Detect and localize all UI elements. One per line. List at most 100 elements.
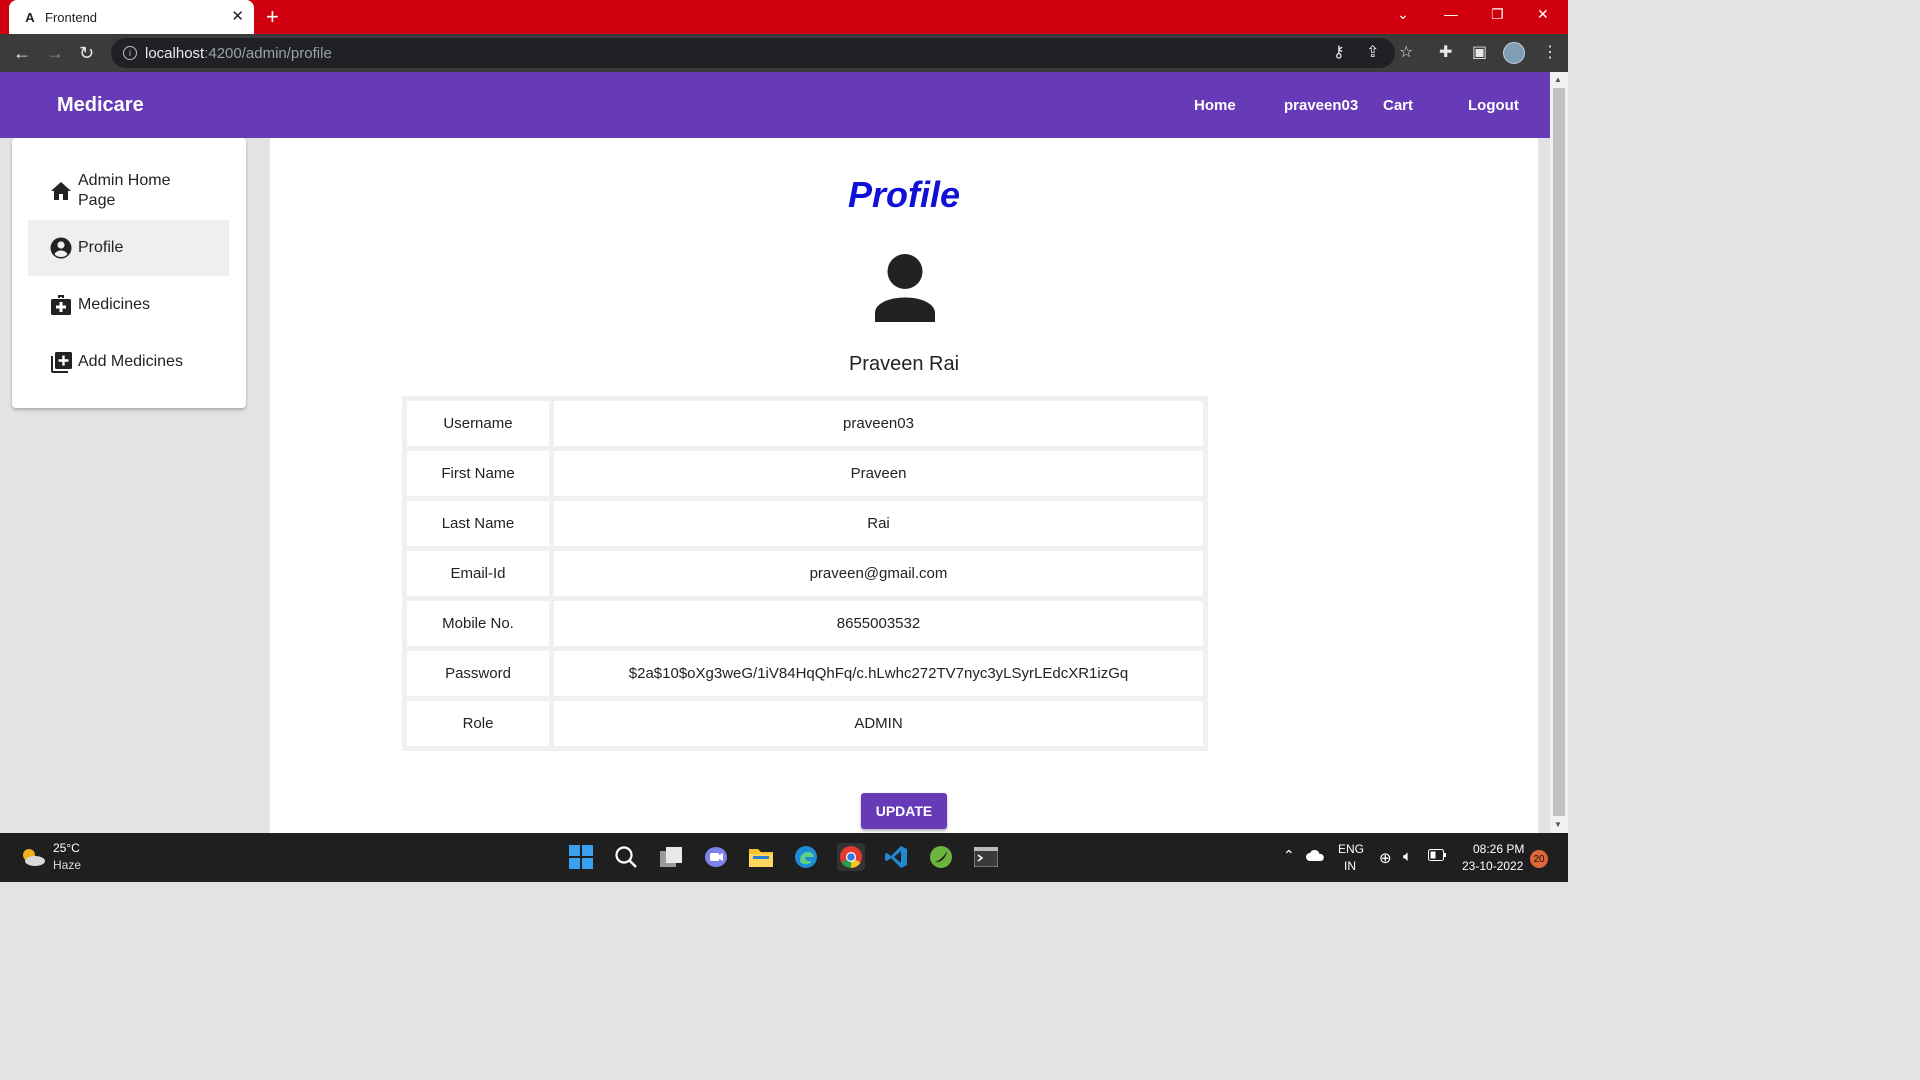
table-row: Password $2a$10$oXg3weG/1iV84HqQhFq/c.hL…	[407, 651, 1203, 696]
side-panel-icon[interactable]: ▣	[1472, 44, 1487, 62]
volume-icon[interactable]: 🔈︎	[1403, 848, 1412, 865]
scroll-up-icon[interactable]: ▲	[1554, 75, 1562, 84]
reload-icon[interactable]: ↻	[79, 42, 94, 64]
home-icon	[50, 180, 72, 202]
row-value: Rai	[554, 501, 1203, 546]
clock-date[interactable]: 23-10-2022	[1462, 859, 1523, 873]
table-row: Email-Id praveen@gmail.com	[407, 551, 1203, 596]
chrome-browser-icon[interactable]	[837, 843, 865, 871]
sidebar-item-label: Admin Home Page	[78, 172, 171, 209]
nav-cart-link[interactable]: Cart	[1383, 97, 1413, 114]
notification-badge[interactable]: 20	[1530, 850, 1548, 868]
minimize-icon[interactable]: —	[1444, 6, 1458, 22]
scroll-thumb[interactable]	[1553, 88, 1565, 816]
restore-icon[interactable]: ❐	[1491, 6, 1504, 23]
nav-username-link[interactable]: praveen03	[1284, 97, 1358, 114]
nav-home-link[interactable]: Home	[1194, 97, 1236, 114]
weather-temperature[interactable]: 25°C	[53, 841, 80, 855]
extensions-icon[interactable]: ✚	[1439, 44, 1452, 62]
file-explorer-icon[interactable]	[747, 843, 775, 871]
teams-chat-icon[interactable]	[702, 843, 730, 871]
table-row: Username praveen03	[407, 401, 1203, 446]
row-value: praveen@gmail.com	[554, 551, 1203, 596]
nav-logout-link[interactable]: Logout	[1468, 97, 1519, 114]
row-label: Last Name	[407, 501, 549, 546]
medical-bag-icon	[50, 294, 72, 316]
close-window-icon[interactable]: ✕	[1537, 6, 1549, 23]
bookmark-star-icon[interactable]: ☆	[1399, 44, 1413, 62]
weather-haze-icon[interactable]	[20, 847, 46, 867]
table-row: Role ADMIN	[407, 701, 1203, 746]
address-bar[interactable]: i localhost:4200/admin/profile	[111, 38, 1395, 68]
spring-tool-suite-icon[interactable]	[927, 843, 955, 871]
edge-browser-icon[interactable]	[792, 843, 820, 871]
weather-description[interactable]: Haze	[53, 858, 81, 872]
row-label: Password	[407, 651, 549, 696]
row-label: Email-Id	[407, 551, 549, 596]
table-row: Mobile No. 8655003532	[407, 601, 1203, 646]
windows-start-icon[interactable]	[567, 843, 595, 871]
row-value: $2a$10$oXg3weG/1iV84HqQhFq/c.hLwhc272TV7…	[554, 651, 1203, 696]
new-tab-button[interactable]: +	[266, 5, 279, 29]
browser-tab-strip: A Frontend ✕ + ⌄ — ❐ ✕	[0, 0, 1568, 34]
admin-sidebar: Admin Home Page Profile Medicines Add Me…	[12, 138, 246, 408]
account-circle-icon	[50, 237, 72, 259]
task-view-icon[interactable]	[657, 843, 685, 871]
onedrive-cloud-icon[interactable]	[1305, 848, 1325, 865]
browser-toolbar: ← → ↻ i localhost:4200/admin/profile ⚷ ⇪…	[0, 34, 1568, 72]
network-globe-icon[interactable]: ⊕	[1379, 849, 1392, 867]
browser-tab[interactable]: A Frontend ✕	[9, 0, 254, 34]
language-indicator-top[interactable]: ENG	[1338, 842, 1364, 856]
sidebar-item-admin-home[interactable]: Admin Home Page	[28, 170, 229, 212]
sidebar-item-add-medicines[interactable]: Add Medicines	[28, 341, 229, 383]
back-icon[interactable]: ←	[13, 42, 31, 64]
tray-overflow-icon[interactable]: ⌃	[1283, 847, 1295, 864]
sidebar-item-label: Add Medicines	[78, 353, 183, 370]
sidebar-item-profile[interactable]: Profile	[28, 220, 229, 276]
menu-kebab-icon[interactable]: ⋮	[1542, 44, 1558, 62]
url-host: localhost	[145, 44, 205, 62]
sidebar-item-label: Medicines	[78, 296, 151, 313]
tab-close-icon[interactable]: ✕	[231, 9, 244, 25]
forward-icon[interactable]: →	[46, 42, 64, 64]
row-value: Praveen	[554, 451, 1203, 496]
brand-title[interactable]: Medicare	[57, 94, 144, 117]
share-icon[interactable]: ⇪	[1366, 44, 1379, 62]
sidebar-item-label: Profile	[78, 239, 124, 256]
clock-time[interactable]: 08:26 PM	[1473, 842, 1524, 856]
table-row: First Name Praveen	[407, 451, 1203, 496]
row-label: Mobile No.	[407, 601, 549, 646]
battery-icon[interactable]	[1428, 849, 1446, 864]
row-label: Username	[407, 401, 549, 446]
row-value: ADMIN	[554, 701, 1203, 746]
tab-title: Frontend	[45, 9, 98, 25]
url-text[interactable]: localhost:4200/admin/profile	[145, 45, 332, 62]
table-row: Last Name Rai	[407, 501, 1203, 546]
angular-favicon-icon: A	[25, 9, 35, 25]
tab-search-icon[interactable]: ⌄	[1397, 6, 1409, 23]
search-icon[interactable]	[612, 843, 640, 871]
profile-details-table: Username praveen03 First Name Praveen La…	[402, 396, 1208, 751]
key-icon[interactable]: ⚷	[1333, 44, 1345, 62]
sidebar-item-medicines[interactable]: Medicines	[28, 284, 229, 326]
app-header: Medicare Home praveen03 Cart Logout	[0, 72, 1550, 138]
vscode-icon[interactable]	[882, 843, 910, 871]
page-title: Profile	[847, 174, 961, 215]
terminal-icon[interactable]	[972, 843, 1000, 871]
page-scrollbar[interactable]: ▲ ▼	[1550, 72, 1568, 833]
profile-avatar[interactable]	[1503, 42, 1525, 64]
url-path: :4200/admin/profile	[204, 44, 332, 62]
update-button[interactable]: UPDATE	[861, 793, 947, 829]
profile-card: Profile Praveen Rai Username praveen03 F…	[270, 138, 1538, 833]
user-full-name: Praveen Rai	[848, 353, 960, 375]
row-label: Role	[407, 701, 549, 746]
language-indicator-bottom[interactable]: IN	[1344, 859, 1356, 873]
site-info-icon[interactable]: i	[123, 46, 137, 60]
library-add-icon	[50, 351, 72, 373]
person-icon	[872, 254, 938, 322]
scroll-down-icon[interactable]: ▼	[1554, 820, 1562, 829]
row-value: praveen03	[554, 401, 1203, 446]
row-value: 8655003532	[554, 601, 1203, 646]
row-label: First Name	[407, 451, 549, 496]
os-taskbar: 25°C Haze ⌃ ENG IN ⊕ 🔈︎ 08:26 PM 23-10-2…	[0, 833, 1568, 882]
